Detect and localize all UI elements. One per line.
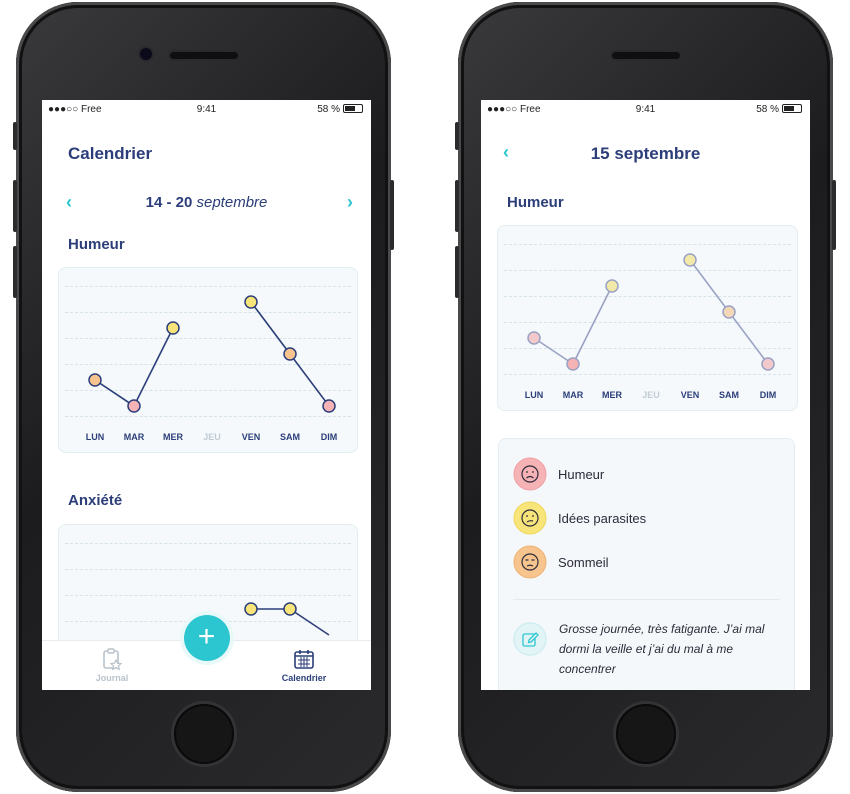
- legend-label: Idées parasites: [558, 511, 647, 526]
- power-button: [832, 180, 836, 250]
- x-tick-label: DIM: [760, 390, 777, 400]
- data-point-mer[interactable]: [166, 321, 180, 335]
- x-tick-label: VEN: [242, 432, 261, 442]
- data-point-sam[interactable]: [283, 347, 297, 361]
- series-line-segment: [133, 327, 174, 407]
- battery-icon: [343, 104, 363, 113]
- day-details-card: Humeur Idées parasites Sommeil Grosse jo…: [498, 438, 795, 690]
- speaker: [611, 52, 680, 59]
- series-line-segment: [572, 285, 613, 365]
- x-tick-label: MER: [602, 390, 623, 400]
- speaker: [169, 52, 238, 59]
- day-detail-screen: ●●●○○ Free 9:41 58 % ‹ 15 septembre Hume…: [481, 100, 810, 690]
- data-point-ven[interactable]: [244, 602, 258, 616]
- x-tick-label: SAM: [280, 432, 300, 442]
- x-tick-label: JEU: [203, 432, 221, 442]
- humeur-chart: LUN MAR MER JEU VEN SAM DIM: [86, 295, 338, 442]
- page-title: 15 septembre: [590, 144, 701, 163]
- series-line-segment: [289, 608, 330, 636]
- power-button: [390, 180, 394, 250]
- battery-indicator: 58 %: [756, 104, 802, 115]
- data-point-dim[interactable]: [761, 357, 775, 371]
- data-point-ven[interactable]: [683, 253, 697, 267]
- data-point-ven[interactable]: [244, 295, 258, 309]
- legend-label: Sommeil: [558, 555, 609, 570]
- data-point-mar[interactable]: [127, 399, 141, 413]
- x-tick-label: SAM: [719, 390, 739, 400]
- day-note: Grosse journée, très fatigante. J’ai mal…: [559, 622, 765, 676]
- journal-icon: [103, 648, 123, 671]
- status-bar: ●●●○○ Free 9:41 58 %: [481, 100, 810, 120]
- humeur-chart-card: LUN MAR MER JEU VEN SAM DIM: [58, 267, 358, 453]
- battery-icon: [782, 104, 802, 113]
- battery-indicator: 58 %: [317, 104, 363, 115]
- clock: 9:41: [196, 104, 217, 115]
- add-entry-button[interactable]: +: [183, 615, 230, 661]
- tab-calendrier-label: Calendrier: [281, 673, 327, 683]
- x-tick-label: JEU: [642, 390, 660, 400]
- week-range: 14 - 20 septembre: [42, 194, 371, 211]
- series-line-segment: [689, 259, 730, 313]
- home-button[interactable]: [173, 704, 234, 764]
- volume-up-button: [455, 180, 459, 232]
- series-line-segment: [728, 311, 769, 365]
- tab-bar: + Journal Calendrier: [42, 615, 371, 690]
- volume-up-button: [13, 180, 17, 232]
- home-button[interactable]: [615, 704, 676, 764]
- divider: [513, 599, 780, 600]
- x-tick-label: MAR: [124, 432, 145, 442]
- status-bar: ●●●○○ Free 9:41 58 %: [42, 100, 371, 120]
- series-line-segment: [250, 301, 291, 355]
- x-tick-label: MAR: [563, 390, 584, 400]
- phone-left: ●●●○○ Free 9:41 58 % Calendrier ‹ 14 - 2…: [13, 2, 394, 792]
- tab-journal[interactable]: Journal: [52, 647, 172, 683]
- phone-right: ●●●○○ Free 9:41 58 % ‹ 15 septembre Hume…: [455, 2, 836, 792]
- series-line-segment: [289, 353, 330, 407]
- next-week-chevron-icon[interactable]: ›: [347, 192, 353, 213]
- clock: 9:41: [635, 104, 656, 115]
- data-point-lun[interactable]: [527, 331, 541, 345]
- calendar-screen: ●●●○○ Free 9:41 58 % Calendrier ‹ 14 - 2…: [42, 100, 371, 690]
- x-tick-label: MER: [163, 432, 184, 442]
- volume-down-button: [455, 246, 459, 298]
- series-line-segment: [533, 337, 574, 365]
- humeur-day-chart: LUN MAR MER JEU VEN SAM DIM: [525, 253, 777, 400]
- week-days: 14 - 20: [145, 194, 193, 211]
- x-tick-label: VEN: [681, 390, 700, 400]
- series-line-segment: [94, 379, 135, 407]
- sad-face-icon: [513, 457, 547, 491]
- front-camera: [140, 48, 152, 60]
- data-point-sam[interactable]: [722, 305, 736, 319]
- week-month: septembre: [196, 194, 268, 211]
- tired-face-icon: [513, 545, 547, 579]
- battery-percent: 58 %: [756, 104, 779, 115]
- data-point-mer[interactable]: [605, 279, 619, 293]
- x-tick-label: DIM: [321, 432, 338, 442]
- humeur-heading: Humeur: [68, 236, 125, 253]
- data-point-sam[interactable]: [283, 602, 297, 616]
- tab-calendrier[interactable]: Calendrier: [244, 647, 364, 683]
- legend-label: Humeur: [558, 467, 605, 482]
- mute-switch: [455, 122, 459, 150]
- carrier-label: ●●●○○ Free: [487, 104, 541, 115]
- tab-journal-label: Journal: [95, 673, 129, 683]
- anxiete-heading: Anxiété: [68, 492, 123, 509]
- page-title: Calendrier: [68, 144, 153, 163]
- carrier-label: ●●●○○ Free: [48, 104, 102, 115]
- edit-note-icon[interactable]: [513, 622, 547, 656]
- volume-down-button: [13, 246, 17, 298]
- humeur-heading: Humeur: [507, 194, 564, 211]
- x-tick-label: LUN: [525, 390, 544, 400]
- confused-face-icon: [513, 501, 547, 535]
- x-tick-label: LUN: [86, 432, 105, 442]
- mute-switch: [13, 122, 17, 150]
- data-point-dim[interactable]: [322, 399, 336, 413]
- data-point-mar[interactable]: [566, 357, 580, 371]
- battery-percent: 58 %: [317, 104, 340, 115]
- data-point-lun[interactable]: [88, 373, 102, 387]
- calendar-icon: [294, 650, 314, 669]
- humeur-day-chart-card: LUN MAR MER JEU VEN SAM DIM: [497, 225, 798, 411]
